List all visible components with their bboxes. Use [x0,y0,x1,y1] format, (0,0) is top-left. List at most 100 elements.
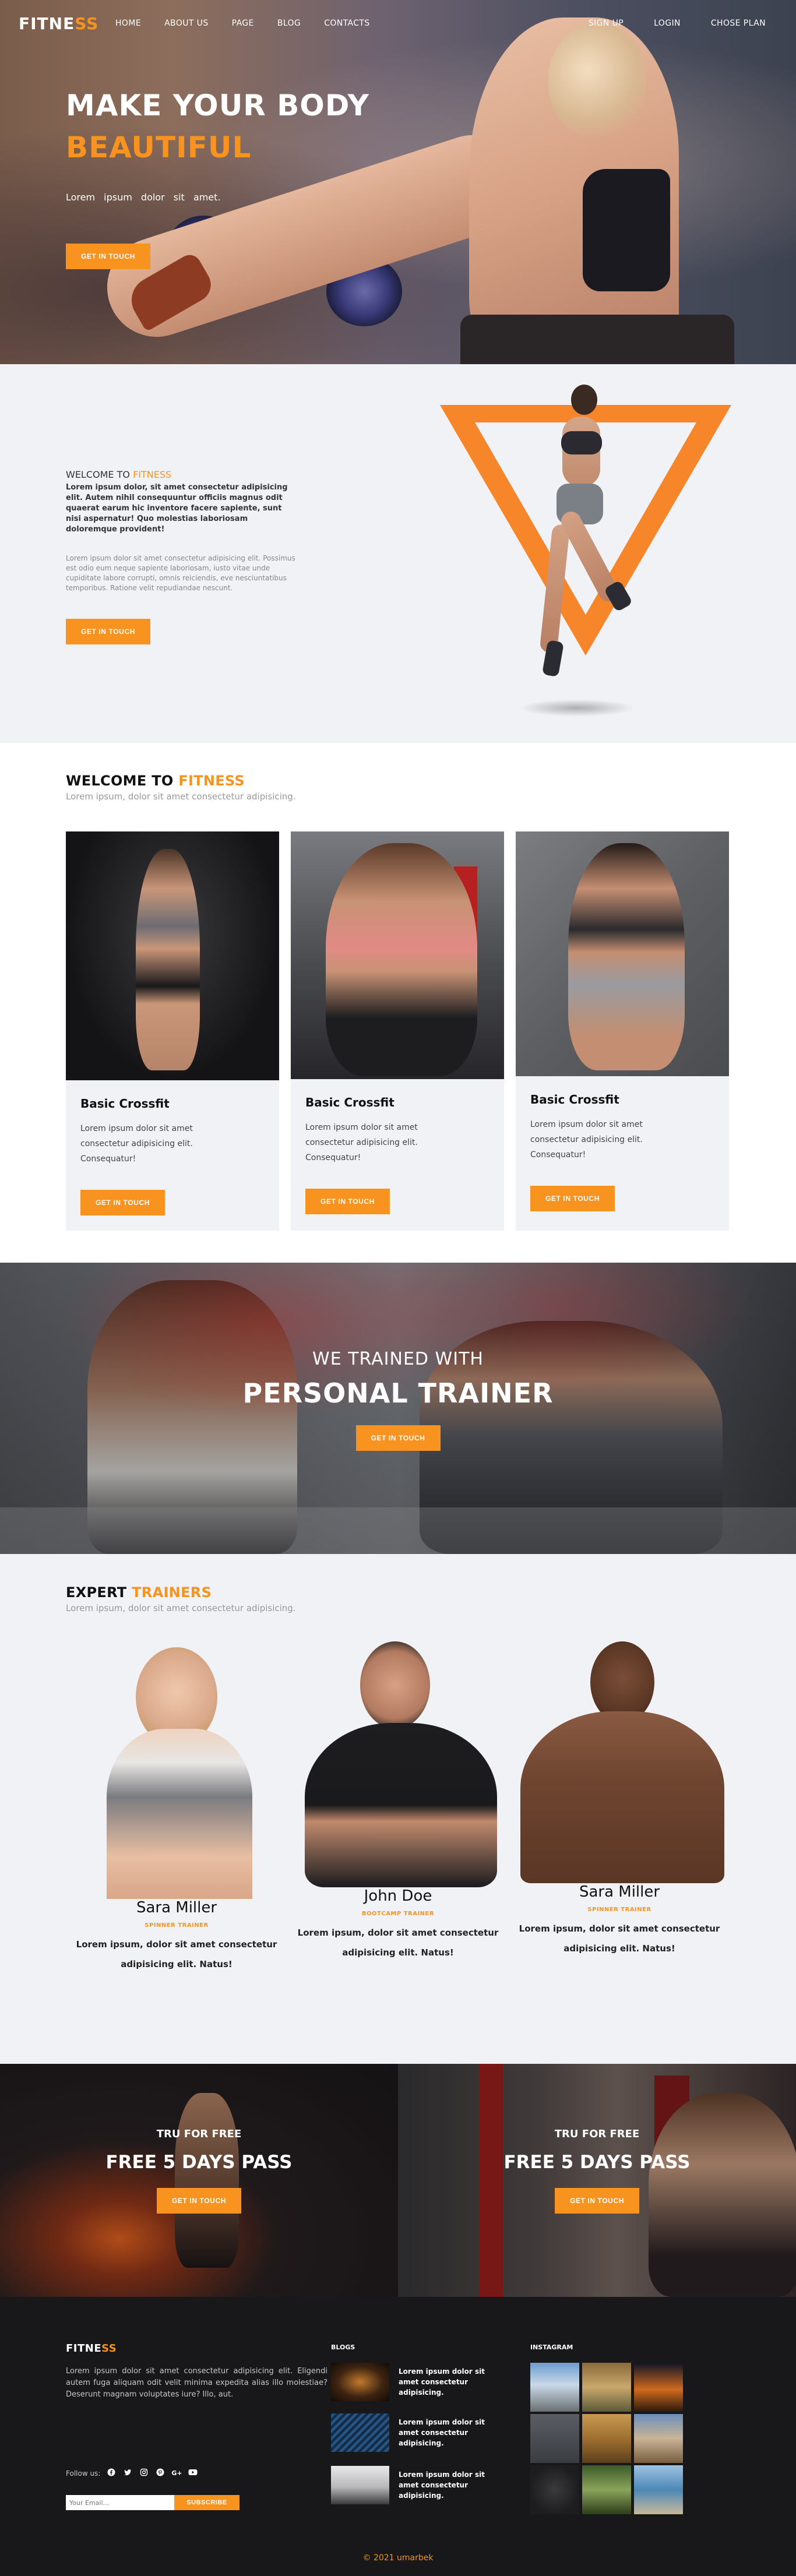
facebook-icon[interactable] [106,2468,117,2479]
newsletter-form: SUBSCRIBE [66,2495,239,2510]
trainers-title-text: EXPERT [66,1584,132,1601]
program-card-button[interactable]: GET IN TOUCH [530,1186,615,1211]
subscribe-button[interactable]: SUBSCRIBE [174,2495,239,2510]
main-navigation: FITNESS HOME ABOUT US PAGE BLOG CONTACTS… [0,0,796,47]
banner-get-in-touch-button[interactable]: GET IN TOUCH [355,1425,441,1451]
blog-item[interactable]: Lorem ipsum dolor sit amet consectetur a… [331,2363,503,2401]
blogs-title: BLOGS [331,2344,355,2351]
athlete-leg [539,524,570,653]
program-card-button[interactable]: GET IN TOUCH [305,1189,390,1214]
instagram-photo[interactable] [582,2363,631,2412]
instagram-title: INSTAGRAM [530,2344,573,2351]
programs-title: WELCOME TO FITNESS [66,773,296,789]
hero-content: MAKE YOUR BODY BEAUTIFUL Lorem ipsum dol… [66,84,369,269]
trainer-photo [287,1641,509,1887]
trainer-card: Sara Miller SPINNER TRAINER Lorem ipsum,… [509,1641,730,1974]
trainers-title-accent: TRAINERS [132,1584,212,1601]
instagram-photo[interactable] [634,2465,683,2514]
program-card-button[interactable]: GET IN TOUCH [80,1190,165,1215]
youtube-icon[interactable] [188,2468,198,2479]
nav-link-blog[interactable]: BLOG [277,19,301,28]
nav-link-sign-up[interactable]: SIGN UP [589,19,624,28]
hero-get-in-touch-button[interactable]: GET IN TOUCH [66,244,150,269]
program-card-image [516,831,729,1076]
free-pass-subtitle: TRU FOR FREE [156,2128,242,2140]
about-text: WELCOME TO FITNESS Lorem ipsum dolor, si… [66,469,299,644]
trainers-heading: EXPERT TRAINERS Lorem ipsum, dolor sit a… [66,1584,296,1613]
nav-link-contacts[interactable]: CONTACTS [324,19,369,28]
athlete-top [561,431,602,454]
athlete-shadow [519,699,635,717]
nav-link-home[interactable]: HOME [115,19,141,28]
copyright: © 2021 umarbek [362,2553,434,2563]
free-pass-section: TRU FOR FREE FREE 5 DAYS PASS GET IN TOU… [0,2064,796,2297]
nav-link-chose-plan[interactable]: CHOSE PLAN [711,19,766,28]
banner-title: PERSONAL TRAINER [242,1377,554,1409]
free-pass-title: FREE 5 DAYS PASS [105,2152,293,2173]
program-card-title: Basic Crossfit [80,1097,170,1111]
instagram-photo[interactable] [530,2363,579,2412]
instagram-photo[interactable] [530,2414,579,2463]
instagram-photo[interactable] [582,2414,631,2463]
program-card-title: Basic Crossfit [530,1093,619,1106]
banner-content: WE TRAINED WITH PERSONAL TRAINER GET IN … [0,1349,796,1451]
about-get-in-touch-button[interactable]: GET IN TOUCH [66,619,150,644]
trainer-photo [66,1641,287,1899]
program-card-info: Basic Crossfit Lorem ipsum dolor sit ame… [66,1080,279,1231]
trainer-role: SPINNER TRAINER [145,1922,209,1929]
trainer-bio: Lorem ipsum, dolor sit amet consectetur … [519,1923,720,1954]
trainer-body [107,1729,252,1899]
banner-subtitle: WE TRAINED WITH [312,1349,484,1369]
programs-title-text: WELCOME TO [66,773,179,789]
trainers-title: EXPERT TRAINERS [66,1584,296,1601]
free-pass-get-in-touch-button[interactable]: GET IN TOUCH [157,2188,241,2214]
trainer-body [305,1723,497,1887]
logo-text: FITNE [19,14,75,33]
program-card: Basic Crossfit Lorem ipsum dolor sit ame… [66,831,279,1231]
blog-thumbnail [331,2413,389,2452]
blog-title: Lorem ipsum dolor sit amet consectetur a… [399,2418,485,2447]
twitter-icon[interactable] [122,2468,133,2479]
blog-item[interactable]: Lorem ipsum dolor sit amet consectetur a… [331,2466,503,2504]
instagram-photo[interactable] [582,2465,631,2514]
trainer-list: Sara Miller SPINNER TRAINER Lorem ipsum,… [66,1641,730,1974]
blog-item[interactable]: Lorem ipsum dolor sit amet consectetur a… [331,2413,503,2452]
programs-title-accent: FITNESS [178,773,245,789]
instagram-icon[interactable] [139,2468,149,2479]
free-pass-get-in-touch-button[interactable]: GET IN TOUCH [555,2188,639,2214]
hero-section: FITNESS HOME ABOUT US PAGE BLOG CONTACTS… [0,0,796,364]
trainer-role: BOOTCAMP TRAINER [361,1911,435,1917]
hero-athlete-top-image [583,169,670,291]
trainer-bio: Lorem ipsum, dolor sit amet consectetur … [76,1939,277,1969]
trainer-name: Sara Miller [136,1899,217,1916]
nav-link-page[interactable]: PAGE [232,19,254,28]
pinterest-icon[interactable] [155,2468,165,2479]
site-footer: FITNESS Lorem ipsum dolor sit amet conse… [0,2297,796,2576]
about-body: Lorem ipsum dolor sit amet consectetur a… [66,554,295,592]
trainer-body [520,1711,724,1883]
newsletter-email-input[interactable] [66,2495,174,2510]
google-plus-icon[interactable]: G+ [171,2468,182,2479]
instagram-photo[interactable] [530,2465,579,2514]
footer-logo-text: FITNE [66,2342,102,2355]
jumping-athlete-image [516,385,633,685]
trainers-subtitle: Lorem ipsum, dolor sit amet consectetur … [66,1603,296,1613]
footer-social: Follow us: G+ [66,2468,198,2479]
program-card: Basic Crossfit Lorem ipsum dolor sit ame… [516,831,729,1231]
instagram-photo[interactable] [634,2363,683,2412]
nav-account-links: SIGN UP LOGIN CHOSE PLAN [558,19,766,28]
blog-title: Lorem ipsum dolor sit amet consectetur a… [399,2367,485,2397]
hero-title-line1: MAKE YOUR BODY [66,89,369,122]
instagram-photo[interactable] [634,2414,683,2463]
footer-logo-accent: SS [101,2342,117,2355]
nav-link-about-us[interactable]: ABOUT US [164,19,209,28]
program-card-desc: Lorem ipsum dolor sit amet consectetur a… [80,1124,193,1164]
footer-description: Lorem ipsum dolor sit amet consectetur a… [66,2367,327,2399]
nav-link-login[interactable]: LOGIN [654,19,681,28]
trainer-name: John Doe [364,1887,432,1905]
about-eyebrow-text: WELCOME TO [66,469,133,480]
site-logo[interactable]: FITNESS [19,14,98,33]
footer-logo[interactable]: FITNESS [66,2342,117,2355]
program-card-title: Basic Crossfit [305,1095,395,1109]
about-eyebrow-accent: FITNESS [133,469,172,480]
